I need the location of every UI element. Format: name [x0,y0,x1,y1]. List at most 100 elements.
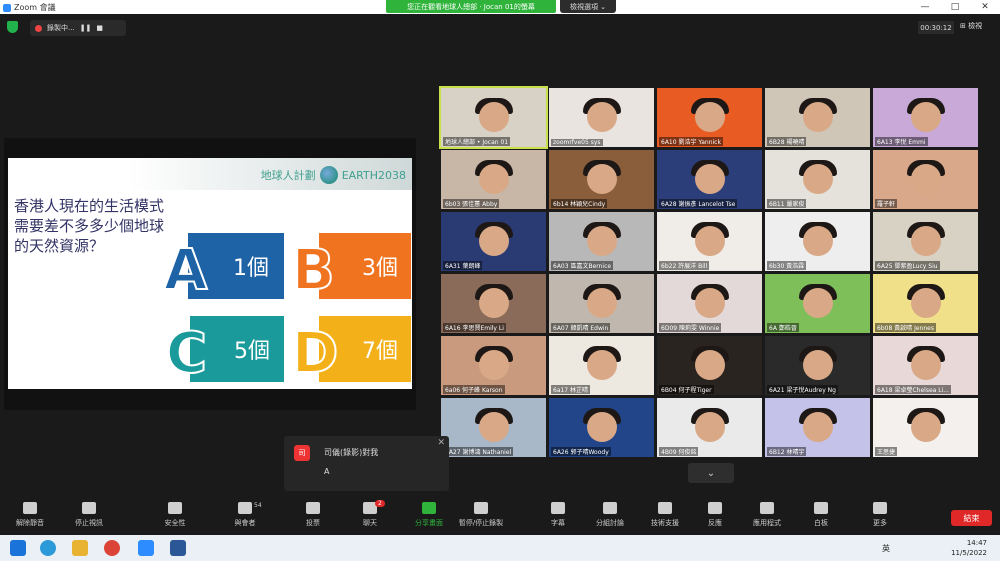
recording-label: 錄製中... [47,24,75,32]
participant-tile[interactable]: 6A 鄭皓晉 [765,274,870,333]
participant-tile[interactable]: 羅子軒 [873,150,978,209]
captions-button[interactable]: 字幕 [533,502,583,528]
reactions-button[interactable]: 反應 [690,502,740,528]
pause-recording-button[interactable]: ❚❚ [80,24,92,32]
toolbar-label: 技術支援 [651,519,679,527]
gallery-view-button[interactable]: ⊞ 檢視 [960,21,982,31]
record-button[interactable]: 暫停/停止錄製 [456,502,506,528]
option-d-letter: D [291,320,340,387]
windows-start-icon[interactable] [10,540,26,556]
chat-notification[interactable]: 司 司儀(錄影)對我 A ✕ [284,436,449,491]
participant-tile[interactable]: 6A03 區嘉文Bernice [549,212,654,271]
share-screen-icon [422,502,436,514]
participant-tile[interactable]: 6b30 黃浩霖 [765,212,870,271]
participant-tile[interactable]: 6B04 何子程Tiger [657,336,762,395]
participant-tile[interactable]: 6A10 劉浩宇 Yannick [657,88,762,147]
more-button[interactable]: 更多 [855,502,905,528]
view-options-button[interactable]: 檢視選項 ⌄ [560,0,616,13]
chat-button[interactable]: 聊天 2 [345,500,395,528]
participant-tile[interactable]: 王思捷 [873,398,978,457]
participant-tile[interactable]: 6B12 林晴宇 [765,398,870,457]
zoom-app-icon [3,3,11,12]
participant-tile[interactable]: 6A28 謝振彥 Lancelot Tse [657,150,762,209]
breakout-rooms-button[interactable]: 分組討論 [585,502,635,528]
toolbar-label: 與會者 [234,519,256,527]
participant-tile[interactable]: 6b03 張佳蕙 Abby [441,150,546,209]
toolbar-label: 暫停/停止錄製 [458,519,504,527]
file-explorer-icon[interactable] [72,540,88,556]
maximize-button[interactable]: □ [940,0,970,14]
security-shield-icon[interactable] [7,21,18,33]
participant-face [695,102,725,132]
participant-tile[interactable]: 6B11 嚴家俊 [765,150,870,209]
participant-tile[interactable]: 6A16 李思賢Emily Li [441,274,546,333]
edge-icon[interactable] [40,540,56,556]
end-meeting-button[interactable]: 結束 [951,510,992,526]
participant-name: 6A 鄭皓晉 [767,323,799,332]
participant-tile[interactable]: 6A13 李悅 Emmi [873,88,978,147]
participant-tile[interactable]: zoomrfve05 sys [549,88,654,147]
zoom-taskbar-icon[interactable] [138,540,154,556]
participants-button[interactable]: 與會者 54 [220,502,270,528]
toolbar-label: 反應 [708,519,722,527]
participant-tile[interactable]: 6b22 許展洋 Bill [657,212,762,271]
participant-tile[interactable]: 6D09 陳莉雯 Winnie [657,274,762,333]
participant-name: 6A03 區嘉文Bernice [551,261,614,270]
toolbar-label: 字幕 [551,519,565,527]
participant-tile[interactable]: 6A07 韓凱晴 Edwin [549,274,654,333]
participant-name: 地球人總部 • Jocan 01 [443,137,511,146]
participant-face [695,412,725,442]
participant-tile[interactable]: 地球人總部 • Jocan 01 [439,86,548,149]
option-b-letter: B [291,237,336,304]
participant-tile[interactable]: 6A31 葉朗峰 [441,212,546,271]
toolbar-label: 投票 [306,519,320,527]
slide-header: 地球人計劃 EARTH2038 [8,158,412,190]
system-clock[interactable]: 14:47 11/5/2022 [951,538,987,558]
security-button[interactable]: 安全性 [150,502,200,528]
participant-face [911,226,941,256]
chat-avatar: 司 [294,445,310,461]
minimize-button[interactable]: — [910,0,940,14]
brand-cn: 地球人計劃 [260,169,316,182]
participant-face [695,350,725,380]
participant-tile[interactable]: 6A27 謝博濤 Nathaniel [441,398,546,457]
slide-question: 香港人現在的生活模式需要差不多多少個地球的天然資源？ [14,197,165,255]
participant-name: 6b14 林穎兒Cindy [551,199,608,208]
close-button[interactable]: ✕ [970,0,1000,14]
option-b-text: 3個 [362,256,398,281]
participant-name: 6D09 陳莉雯 Winnie [659,323,722,332]
share-screen-button[interactable]: 分享畫面 [404,502,454,528]
whiteboard-button[interactable]: 白板 [796,502,846,528]
record-dot-icon [35,24,42,32]
stop-recording-button[interactable]: ■ [96,24,103,32]
input-language[interactable]: 英 [882,543,890,554]
participant-face [803,350,833,380]
participant-tile[interactable]: 6A25 鄧紫盈Lucy Siu [873,212,978,271]
video-button[interactable]: 停止視訊 [64,502,114,528]
breakout-rooms-icon [603,502,617,514]
support-button[interactable]: 技術支援 [640,502,690,528]
participant-tile[interactable]: 6B28 楊曉晴 [765,88,870,147]
participant-face [587,164,617,194]
chrome-icon[interactable] [104,540,120,556]
participant-tile[interactable]: 6a06 何子峰 Karson [441,336,546,395]
participant-name: 6A16 李思賢Emily Li [443,323,506,332]
chevron-down-icon[interactable]: ⌄ [688,463,734,483]
chat-close-icon[interactable]: ✕ [437,438,445,448]
participant-face [911,102,941,132]
participant-tile[interactable]: 6b08 黃啟晴 Jennes [873,274,978,333]
polls-button[interactable]: 投票 [288,502,338,528]
participant-face [587,288,617,318]
participant-tile[interactable]: 4B09 何俊銘 [657,398,762,457]
record-icon [474,502,488,514]
participant-tile[interactable]: 6a17 林芷晴 [549,336,654,395]
mic-muted-button[interactable]: 解除靜音 [5,502,55,528]
option-c-letter: C [165,320,208,387]
participant-tile[interactable]: 6b14 林穎兒Cindy [549,150,654,209]
participant-face [479,288,509,318]
word-icon[interactable] [170,540,186,556]
participant-tile[interactable]: 6A21 梁子悅Audrey Ng [765,336,870,395]
participant-tile[interactable]: 6A18 梁卓瑩Chelsea Li... [873,336,978,395]
apps-button[interactable]: 應用程式 [742,502,792,528]
participant-tile[interactable]: 6A26 郭子晴Woody [549,398,654,457]
